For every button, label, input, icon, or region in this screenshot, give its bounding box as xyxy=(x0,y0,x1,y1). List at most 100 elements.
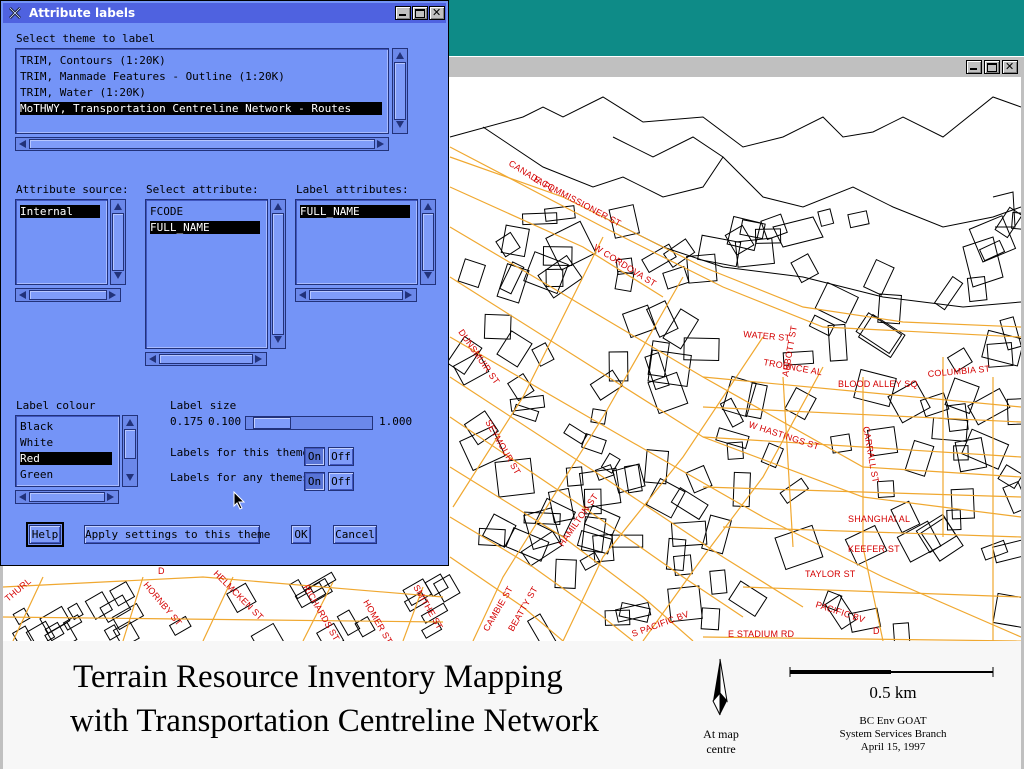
building-outline xyxy=(545,220,597,271)
building-outline xyxy=(481,513,517,548)
theme-horizontal-scrollbar[interactable] xyxy=(15,137,389,151)
label-size-slider[interactable] xyxy=(245,416,373,430)
theme-item[interactable]: TRIM, Water (1:20K) xyxy=(20,86,146,99)
label-colour-vertical-scrollbar[interactable] xyxy=(122,415,138,487)
label-attributes-listbox[interactable]: FULL_NAME xyxy=(295,199,418,285)
scroll-down-icon[interactable] xyxy=(274,336,282,343)
attribute-source-listbox[interactable]: Internal xyxy=(15,199,108,285)
scroll-down-icon[interactable] xyxy=(114,272,122,279)
building-outline xyxy=(784,387,817,421)
select-attribute-vertical-scrollbar[interactable] xyxy=(270,199,286,349)
colour-item-white[interactable]: White xyxy=(20,436,53,449)
scroll-thumb[interactable] xyxy=(159,354,253,364)
scroll-up-icon[interactable] xyxy=(114,203,122,210)
scroll-thumb[interactable] xyxy=(309,290,403,300)
scroll-thumb[interactable] xyxy=(272,213,284,335)
attribute-source-item[interactable]: Internal xyxy=(20,205,100,218)
scroll-up-icon[interactable] xyxy=(274,203,282,210)
scroll-left-icon[interactable] xyxy=(19,493,26,501)
scroll-right-icon[interactable] xyxy=(377,140,384,148)
x-logo-icon[interactable] xyxy=(8,6,22,20)
scroll-left-icon[interactable] xyxy=(19,140,26,148)
scroll-down-icon[interactable] xyxy=(126,474,134,481)
scroll-thumb[interactable] xyxy=(422,213,434,271)
scale-label: 0.5 km xyxy=(869,683,917,702)
scroll-left-icon[interactable] xyxy=(19,291,26,299)
dialog-minimize-icon[interactable] xyxy=(395,6,411,20)
scroll-up-icon[interactable] xyxy=(424,203,432,210)
scroll-down-icon[interactable] xyxy=(396,121,404,128)
label-attribute-item[interactable]: FULL_NAME xyxy=(300,205,410,218)
colour-item-black[interactable]: Black xyxy=(20,420,53,433)
scroll-thumb[interactable] xyxy=(394,62,406,120)
theme-listbox[interactable]: TRIM, Contours (1:20K) TRIM, Manmade Fea… xyxy=(15,48,389,134)
ok-button[interactable]: OK xyxy=(291,525,311,544)
dialog-title: Attribute labels xyxy=(29,6,136,20)
scroll-right-icon[interactable] xyxy=(255,355,262,363)
building-outline xyxy=(817,208,835,227)
street-label: COLUMBIA ST xyxy=(927,364,991,379)
scroll-up-icon[interactable] xyxy=(126,419,134,426)
colour-item-green[interactable]: Green xyxy=(20,468,53,481)
label-colour-listbox[interactable]: Black White Red Green xyxy=(15,415,120,487)
scroll-up-icon[interactable] xyxy=(396,52,404,59)
street-label: KEEFER ST xyxy=(848,544,900,554)
labels-this-theme-on[interactable]: On xyxy=(304,447,325,466)
scroll-thumb[interactable] xyxy=(124,429,136,459)
label-attributes-vertical-scrollbar[interactable] xyxy=(420,199,436,285)
building-outline xyxy=(563,423,588,445)
building-outline xyxy=(554,558,577,589)
labels-any-themes-on[interactable]: On xyxy=(304,472,325,491)
scroll-thumb[interactable] xyxy=(112,213,124,271)
street-label: DUNSMUIR ST xyxy=(456,327,501,386)
labels-this-theme-off[interactable]: Off xyxy=(328,447,354,466)
label-size-slider-thumb[interactable] xyxy=(253,417,291,429)
building-outline xyxy=(580,433,607,455)
scroll-left-icon[interactable] xyxy=(299,291,306,299)
cancel-button[interactable]: Cancel xyxy=(333,525,377,544)
close-icon[interactable]: ✕ xyxy=(1002,60,1018,74)
scroll-left-icon[interactable] xyxy=(149,355,156,363)
select-attribute-listbox[interactable]: FCODE FULL_NAME xyxy=(145,199,268,349)
help-button[interactable]: Help xyxy=(26,522,64,547)
select-attribute-horizontal-scrollbar[interactable] xyxy=(145,352,267,366)
scroll-thumb[interactable] xyxy=(29,139,375,149)
dialog-close-icon[interactable]: ✕ xyxy=(429,6,445,20)
north-caption-2: centre xyxy=(706,742,736,756)
building-outline xyxy=(483,313,512,340)
minimize-icon[interactable] xyxy=(966,60,982,74)
street-label: THURL xyxy=(3,576,33,604)
scroll-down-icon[interactable] xyxy=(424,272,432,279)
building-outline xyxy=(946,403,969,432)
attribute-item-selected[interactable]: FULL_NAME xyxy=(150,221,260,234)
building-outline xyxy=(1006,397,1021,426)
attribute-labels-dialog: Attribute labels ✕ Select theme to label… xyxy=(0,0,449,566)
dialog-maximize-icon[interactable] xyxy=(412,6,428,20)
theme-item[interactable]: TRIM, Manmade Features - Outline (1:20K) xyxy=(20,70,285,83)
attribute-source-vertical-scrollbar[interactable] xyxy=(110,199,126,285)
attribute-item[interactable]: FCODE xyxy=(150,205,183,218)
building-outline xyxy=(774,524,824,571)
labels-any-themes-off[interactable]: Off xyxy=(328,472,354,491)
scroll-right-icon[interactable] xyxy=(107,493,114,501)
building-outline xyxy=(665,537,687,572)
theme-item[interactable]: TRIM, Contours (1:20K) xyxy=(20,54,166,67)
label-size-value: 0.175 xyxy=(170,415,204,428)
colour-item-red[interactable]: Red xyxy=(20,452,112,465)
scale-bar xyxy=(789,667,994,677)
theme-vertical-scrollbar[interactable] xyxy=(392,48,408,134)
label-attributes-horizontal-scrollbar[interactable] xyxy=(295,288,417,302)
apply-settings-button[interactable]: Apply settings to this theme xyxy=(84,525,270,544)
building-outline xyxy=(950,488,975,520)
label-attributes-label: Label attributes: xyxy=(296,183,409,196)
theme-item-selected[interactable]: MoTHWY, Transportation Centreline Networ… xyxy=(20,102,382,115)
dialog-titlebar[interactable]: Attribute labels ✕ xyxy=(3,3,446,23)
scroll-right-icon[interactable] xyxy=(405,291,412,299)
scroll-thumb[interactable] xyxy=(29,290,107,300)
scroll-right-icon[interactable] xyxy=(109,291,116,299)
building-outline xyxy=(790,253,820,284)
maximize-icon[interactable] xyxy=(984,60,1000,74)
attribute-source-horizontal-scrollbar[interactable] xyxy=(15,288,121,302)
label-colour-horizontal-scrollbar[interactable] xyxy=(15,490,119,504)
scroll-thumb[interactable] xyxy=(29,492,105,502)
